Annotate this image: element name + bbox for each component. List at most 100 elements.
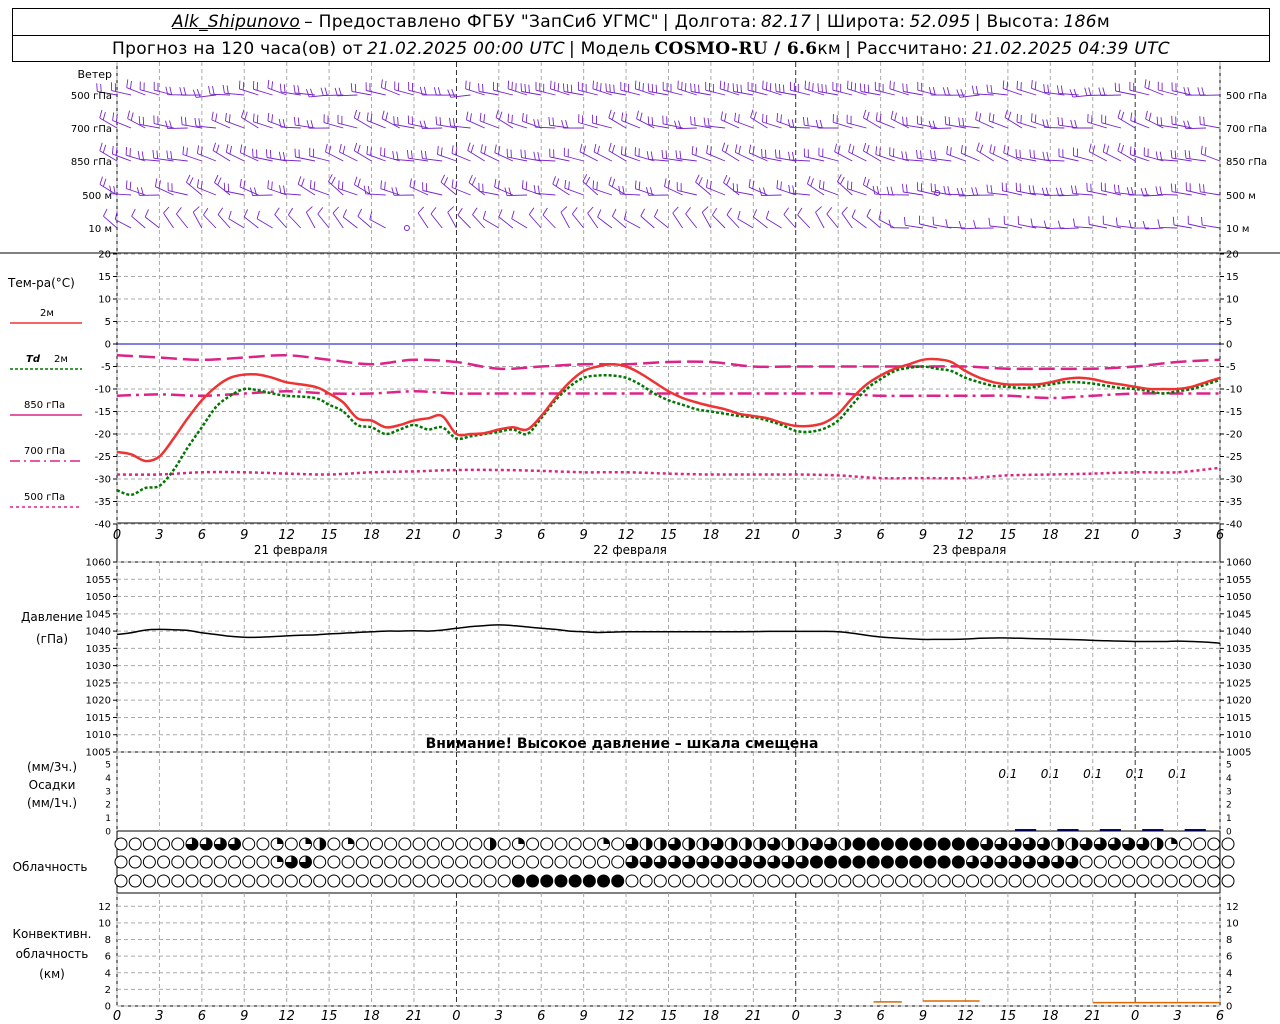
wind-barb — [560, 206, 570, 229]
wind-barb — [975, 111, 994, 129]
cloud-circle — [114, 837, 128, 851]
wind-barb — [507, 113, 528, 129]
cloud-circle — [369, 837, 383, 851]
precip-value-label: 0.1 — [998, 767, 1017, 781]
cloud-fill — [277, 838, 284, 844]
wind-barb — [832, 81, 853, 96]
wind-barb — [1157, 219, 1178, 229]
cloud-circle — [568, 837, 582, 851]
wind-barb — [932, 216, 952, 229]
cloud-circle — [256, 855, 270, 869]
wind-barb — [1057, 220, 1079, 230]
wind-barb — [1087, 113, 1108, 129]
cloud-circle — [185, 874, 199, 888]
x-tick-label: 15 — [1000, 528, 1017, 543]
cloud-fill — [881, 856, 894, 868]
cloud-circle — [412, 855, 426, 869]
wind-barb — [1144, 79, 1164, 96]
legend-t500-label: 500 гПа — [24, 492, 65, 503]
cloud-circle — [1122, 855, 1136, 869]
wind-barb — [988, 217, 1008, 229]
wind-barb — [734, 112, 754, 129]
wind-barb — [1001, 182, 1023, 196]
cloud-circle — [256, 874, 270, 888]
cloud-circle — [809, 874, 823, 888]
wind-barb — [988, 112, 1009, 129]
wind-barb — [706, 145, 726, 162]
y-tick-label: 2 — [105, 801, 111, 811]
cloud-circle — [710, 874, 724, 888]
cloud-circle — [554, 855, 568, 869]
conv-title-1: Конвективн. — [13, 927, 92, 941]
x-tick-label-bottom: 6 — [876, 1009, 884, 1024]
y-tick-label: 1030 — [86, 661, 111, 672]
cloud-fill — [966, 838, 979, 850]
cloud-circle — [213, 855, 227, 869]
wind-barb — [748, 144, 768, 162]
wind-barb — [127, 110, 146, 129]
cloud-fill — [844, 838, 851, 850]
wind-barb — [851, 209, 867, 229]
y-tick-label: 1035 — [1226, 644, 1251, 655]
wind-barb — [587, 206, 599, 229]
wind-barb — [420, 150, 443, 162]
y-tick-label: -10 — [1226, 385, 1242, 396]
wind-barb — [1117, 109, 1136, 129]
x-tick-label-bottom: 18 — [703, 1009, 720, 1024]
cloud-circle — [1051, 874, 1065, 888]
y-tick-label: 1 — [105, 814, 111, 824]
cloud-circle — [554, 837, 568, 851]
wind-barb — [578, 114, 598, 129]
y-tick-label: 1050 — [86, 592, 111, 603]
cloud-circle — [824, 874, 838, 888]
x-tick-label: 0 — [113, 528, 121, 543]
cloud-circle — [426, 855, 440, 869]
cloud-circle — [171, 837, 185, 851]
wind-title: Ветер — [78, 68, 112, 81]
cloud-circle — [866, 874, 880, 888]
wind-barb — [732, 83, 754, 96]
wind-barb — [662, 81, 683, 96]
cloud-fill — [895, 856, 908, 868]
wind-barb — [1070, 119, 1093, 129]
y-tick-label: 8 — [1226, 935, 1232, 946]
wind-barb — [507, 80, 528, 96]
wind-barb — [243, 209, 259, 229]
wind-barb — [478, 83, 499, 96]
wind-level-label: 500 гПа — [71, 91, 112, 102]
cloud-circle — [270, 874, 284, 888]
wind-barb — [176, 207, 189, 229]
y-tick-label: 1010 — [86, 730, 111, 741]
wind-barb — [506, 148, 528, 162]
cloud-circle — [582, 837, 596, 851]
wind-barb — [818, 179, 839, 196]
y-tick-label: 2 — [105, 985, 111, 996]
day-label: 23 февраля — [933, 543, 1007, 557]
wind-barb — [392, 151, 415, 162]
cloud-circle — [1136, 855, 1150, 869]
cloud-fill — [518, 838, 525, 844]
wind-barb — [685, 207, 698, 229]
cloud-circle — [1221, 837, 1235, 851]
precip-bar — [1184, 829, 1206, 831]
wind-barb — [1115, 217, 1136, 229]
cloud-circle — [838, 874, 852, 888]
cloud-circle — [540, 855, 554, 869]
y-tick-label: 1020 — [86, 696, 111, 707]
wind-barb — [494, 144, 514, 162]
cloud-circle — [1065, 874, 1079, 888]
wind-barb — [511, 210, 528, 229]
wind-barb — [451, 179, 471, 196]
x-tick-label-bottom: 0 — [452, 1009, 460, 1024]
cloud-circle — [1107, 874, 1121, 888]
wind-barb — [294, 148, 316, 162]
wind-barb — [192, 89, 217, 98]
wind-barb — [775, 83, 796, 96]
wind-barb — [597, 209, 613, 229]
wind-barb — [1170, 183, 1192, 196]
cloud-fill — [512, 875, 525, 887]
x-tick-label: 3 — [155, 528, 163, 543]
wind-level-label: 700 гПа — [1226, 124, 1267, 135]
wind-barb — [194, 117, 217, 129]
cloud-circle — [327, 837, 341, 851]
